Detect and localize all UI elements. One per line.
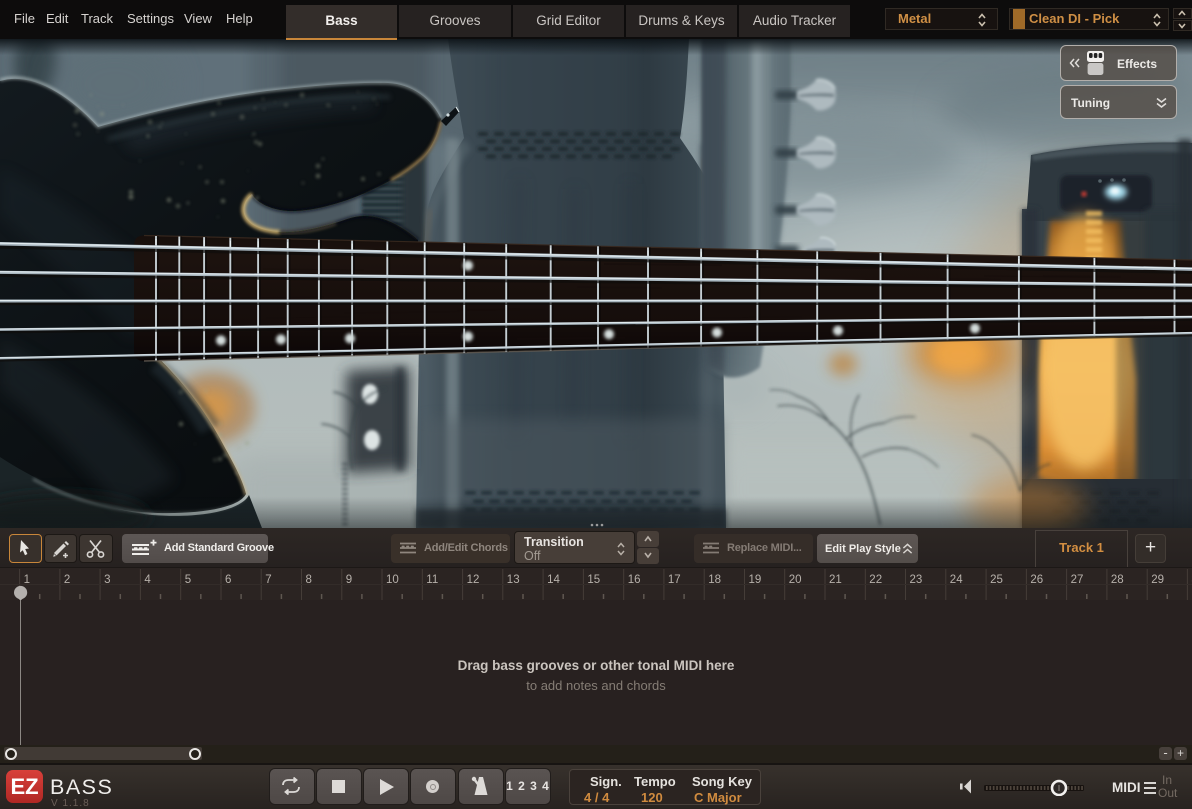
svg-text:10: 10: [386, 574, 399, 586]
svg-text:25: 25: [990, 574, 1003, 586]
svg-text:26: 26: [1030, 574, 1043, 586]
svg-text:16: 16: [628, 574, 641, 586]
svg-text:18: 18: [708, 574, 721, 586]
svg-text:2: 2: [64, 574, 70, 586]
svg-text:7: 7: [265, 574, 271, 586]
svg-text:27: 27: [1071, 574, 1084, 586]
svg-text:9: 9: [346, 574, 352, 586]
svg-text:21: 21: [829, 574, 842, 586]
svg-text:4: 4: [144, 574, 151, 586]
svg-text:8: 8: [306, 574, 312, 586]
svg-text:14: 14: [547, 574, 560, 586]
svg-text:28: 28: [1111, 574, 1124, 586]
svg-text:11: 11: [426, 574, 438, 586]
svg-text:22: 22: [869, 574, 882, 586]
svg-text:1: 1: [24, 574, 30, 586]
svg-text:20: 20: [789, 574, 802, 586]
svg-text:19: 19: [749, 574, 762, 586]
svg-text:29: 29: [1151, 574, 1164, 586]
svg-text:12: 12: [467, 574, 480, 586]
svg-text:17: 17: [668, 574, 681, 586]
svg-text:15: 15: [587, 574, 600, 586]
svg-text:23: 23: [910, 574, 923, 586]
svg-text:13: 13: [507, 574, 520, 586]
svg-text:5: 5: [185, 574, 191, 586]
svg-text:24: 24: [950, 574, 963, 586]
svg-text:6: 6: [225, 574, 231, 586]
svg-text:3: 3: [104, 574, 110, 586]
